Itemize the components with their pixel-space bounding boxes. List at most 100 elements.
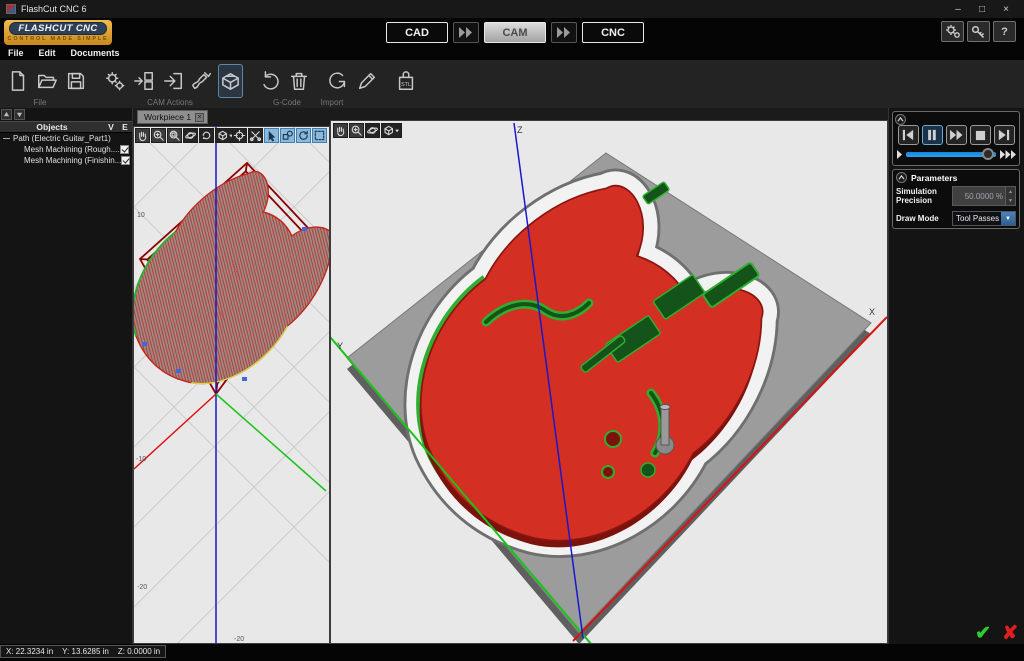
- send-to-cam-icon[interactable]: [160, 68, 185, 94]
- open-file-icon[interactable]: [34, 68, 59, 94]
- collapse-section-icon[interactable]: [896, 172, 907, 183]
- new-document-icon[interactable]: [5, 68, 30, 94]
- tree-item-rough[interactable]: Mesh Machining (Rough....: [0, 144, 132, 155]
- fast-forward-button[interactable]: [946, 125, 967, 145]
- accept-button[interactable]: ✔: [975, 622, 991, 645]
- y-axis-line: [216, 394, 326, 491]
- simulation-scene: Z X Y: [331, 121, 888, 644]
- tree-item-label: Mesh Machining (Rough....: [24, 145, 120, 154]
- cancel-button[interactable]: ✘: [1002, 622, 1018, 645]
- go-to-start-button[interactable]: [898, 125, 919, 145]
- workpiece-tab[interactable]: Workpiece 1 ×: [137, 110, 208, 124]
- grid-label-10: 10: [137, 212, 145, 219]
- menu-documents[interactable]: Documents: [71, 48, 120, 58]
- move-down-icon[interactable]: [14, 109, 25, 120]
- draw-mode-select[interactable]: Tool Passes ▼: [952, 211, 1016, 226]
- tab-cam[interactable]: CAM: [484, 22, 546, 43]
- set-zero-icon[interactable]: [232, 128, 247, 143]
- help-button[interactable]: ?: [993, 21, 1016, 42]
- tab-cnc[interactable]: CNC: [582, 22, 644, 43]
- spin-view-icon[interactable]: [199, 128, 214, 143]
- pause-button[interactable]: [922, 125, 943, 145]
- simulation-viewport[interactable]: Z X Y: [330, 120, 888, 644]
- dropdown-arrow-icon[interactable]: ▼: [1001, 212, 1015, 225]
- step-back-icon[interactable]: [896, 150, 903, 159]
- group-label-file: File: [10, 98, 70, 107]
- visibility-checkbox[interactable]: [120, 145, 129, 154]
- collapse-expander-icon[interactable]: [3, 135, 10, 142]
- zoom-window-icon[interactable]: [167, 128, 182, 143]
- tree-item-finish[interactable]: Mesh Machining (Finishin...: [0, 155, 132, 166]
- select-toolpath-icon[interactable]: [264, 128, 279, 143]
- simulation-slider: [893, 150, 1019, 159]
- workspace-area: Workpiece 1 ×: [133, 108, 888, 644]
- x-coordinate: X: 22.3234 in: [6, 647, 53, 656]
- import-stl-icon[interactable]: STL: [393, 68, 418, 94]
- settings-gears-icon[interactable]: [941, 21, 964, 42]
- rotate-view-icon[interactable]: [183, 128, 198, 143]
- view-cube-icon[interactable]: [381, 123, 402, 138]
- close-button[interactable]: ×: [994, 4, 1018, 15]
- refresh-view-icon[interactable]: [296, 128, 311, 143]
- simulate-toolpath-icon[interactable]: [218, 64, 243, 98]
- close-tab-icon[interactable]: ×: [195, 113, 204, 122]
- visibility-checkbox[interactable]: [121, 156, 130, 165]
- z-coordinate: Z: 0.0000 in: [118, 647, 160, 656]
- go-to-end-button[interactable]: [994, 125, 1015, 145]
- move-up-icon[interactable]: [1, 109, 12, 120]
- menu-file[interactable]: File: [8, 48, 24, 58]
- app-icon: [6, 4, 16, 14]
- group-label-import: Import: [302, 98, 362, 107]
- tree-item-path[interactable]: Path (Electric Guitar_Part1): [0, 133, 132, 144]
- minimize-button[interactable]: –: [946, 4, 970, 15]
- show-shapes-icon[interactable]: [280, 128, 295, 143]
- draw-mode-value: Tool Passes: [953, 214, 1001, 223]
- tree-item-label: Mesh Machining (Finishin...: [24, 156, 121, 165]
- progress-slider-track[interactable]: [906, 152, 996, 157]
- main-toolbar: STL File CAM Actions G-Code Import: [0, 60, 1024, 108]
- generate-gcode-icon[interactable]: [325, 68, 350, 94]
- precision-label: Simulation Precision: [896, 187, 952, 205]
- toolpath-viewport[interactable]: 10 -10 -20 -20: [133, 126, 330, 644]
- save-icon[interactable]: [63, 68, 88, 94]
- precision-input[interactable]: 50.0000 % ▲ ▼: [952, 186, 1016, 206]
- column-visible: V: [104, 122, 118, 132]
- maximize-button[interactable]: □: [970, 4, 994, 15]
- playback-section: [892, 111, 1020, 166]
- delete-operation-icon[interactable]: [286, 68, 311, 94]
- zoom-extents-icon[interactable]: [312, 128, 327, 143]
- brand-tagline: CONTROL MADE SIMPLE: [4, 36, 112, 42]
- coordinate-readout: X: 22.3234 in Y: 13.6285 in Z: 0.0000 in: [0, 645, 166, 658]
- menubar: File Edit Documents: [0, 46, 1024, 60]
- edit-toolpath-icon[interactable]: [189, 68, 214, 94]
- license-key-icon[interactable]: [967, 21, 990, 42]
- edit-gcode-icon[interactable]: [354, 68, 379, 94]
- spinner-down-icon[interactable]: ▼: [1006, 196, 1015, 205]
- advance-chevron-icon[interactable]: [551, 22, 577, 43]
- tab-cad[interactable]: CAD: [386, 22, 448, 43]
- collapse-section-icon[interactable]: [895, 114, 906, 125]
- pan-icon[interactable]: [333, 123, 348, 138]
- step-forward-fast-icon[interactable]: [999, 150, 1016, 159]
- pan-icon[interactable]: [135, 128, 150, 143]
- menu-edit[interactable]: Edit: [39, 48, 56, 58]
- rotate-view-icon[interactable]: [365, 123, 380, 138]
- y-axis-label: Y: [337, 341, 343, 351]
- grid-label-m10: -10: [136, 456, 146, 463]
- header-tools: ?: [941, 21, 1016, 42]
- spinner-up-icon[interactable]: ▲: [1006, 187, 1015, 196]
- program-settings-icon[interactable]: [102, 68, 127, 94]
- grid-label-m20b: -20: [234, 636, 244, 643]
- progress-slider-handle[interactable]: [982, 148, 994, 160]
- zoom-in-icon[interactable]: [349, 123, 364, 138]
- draw-mode-label: Draw Mode: [896, 214, 952, 223]
- advance-chevron-icon[interactable]: [453, 22, 479, 43]
- import-cad-part-icon[interactable]: [131, 68, 156, 94]
- stop-button[interactable]: [970, 125, 991, 145]
- parameters-section: Parameters Simulation Precision 50.0000 …: [892, 169, 1020, 229]
- undo-icon[interactable]: [257, 68, 282, 94]
- column-edit: E: [118, 122, 132, 132]
- parameters-title: Parameters: [911, 173, 957, 183]
- tool-position-icon[interactable]: [248, 128, 263, 143]
- zoom-in-icon[interactable]: [151, 128, 166, 143]
